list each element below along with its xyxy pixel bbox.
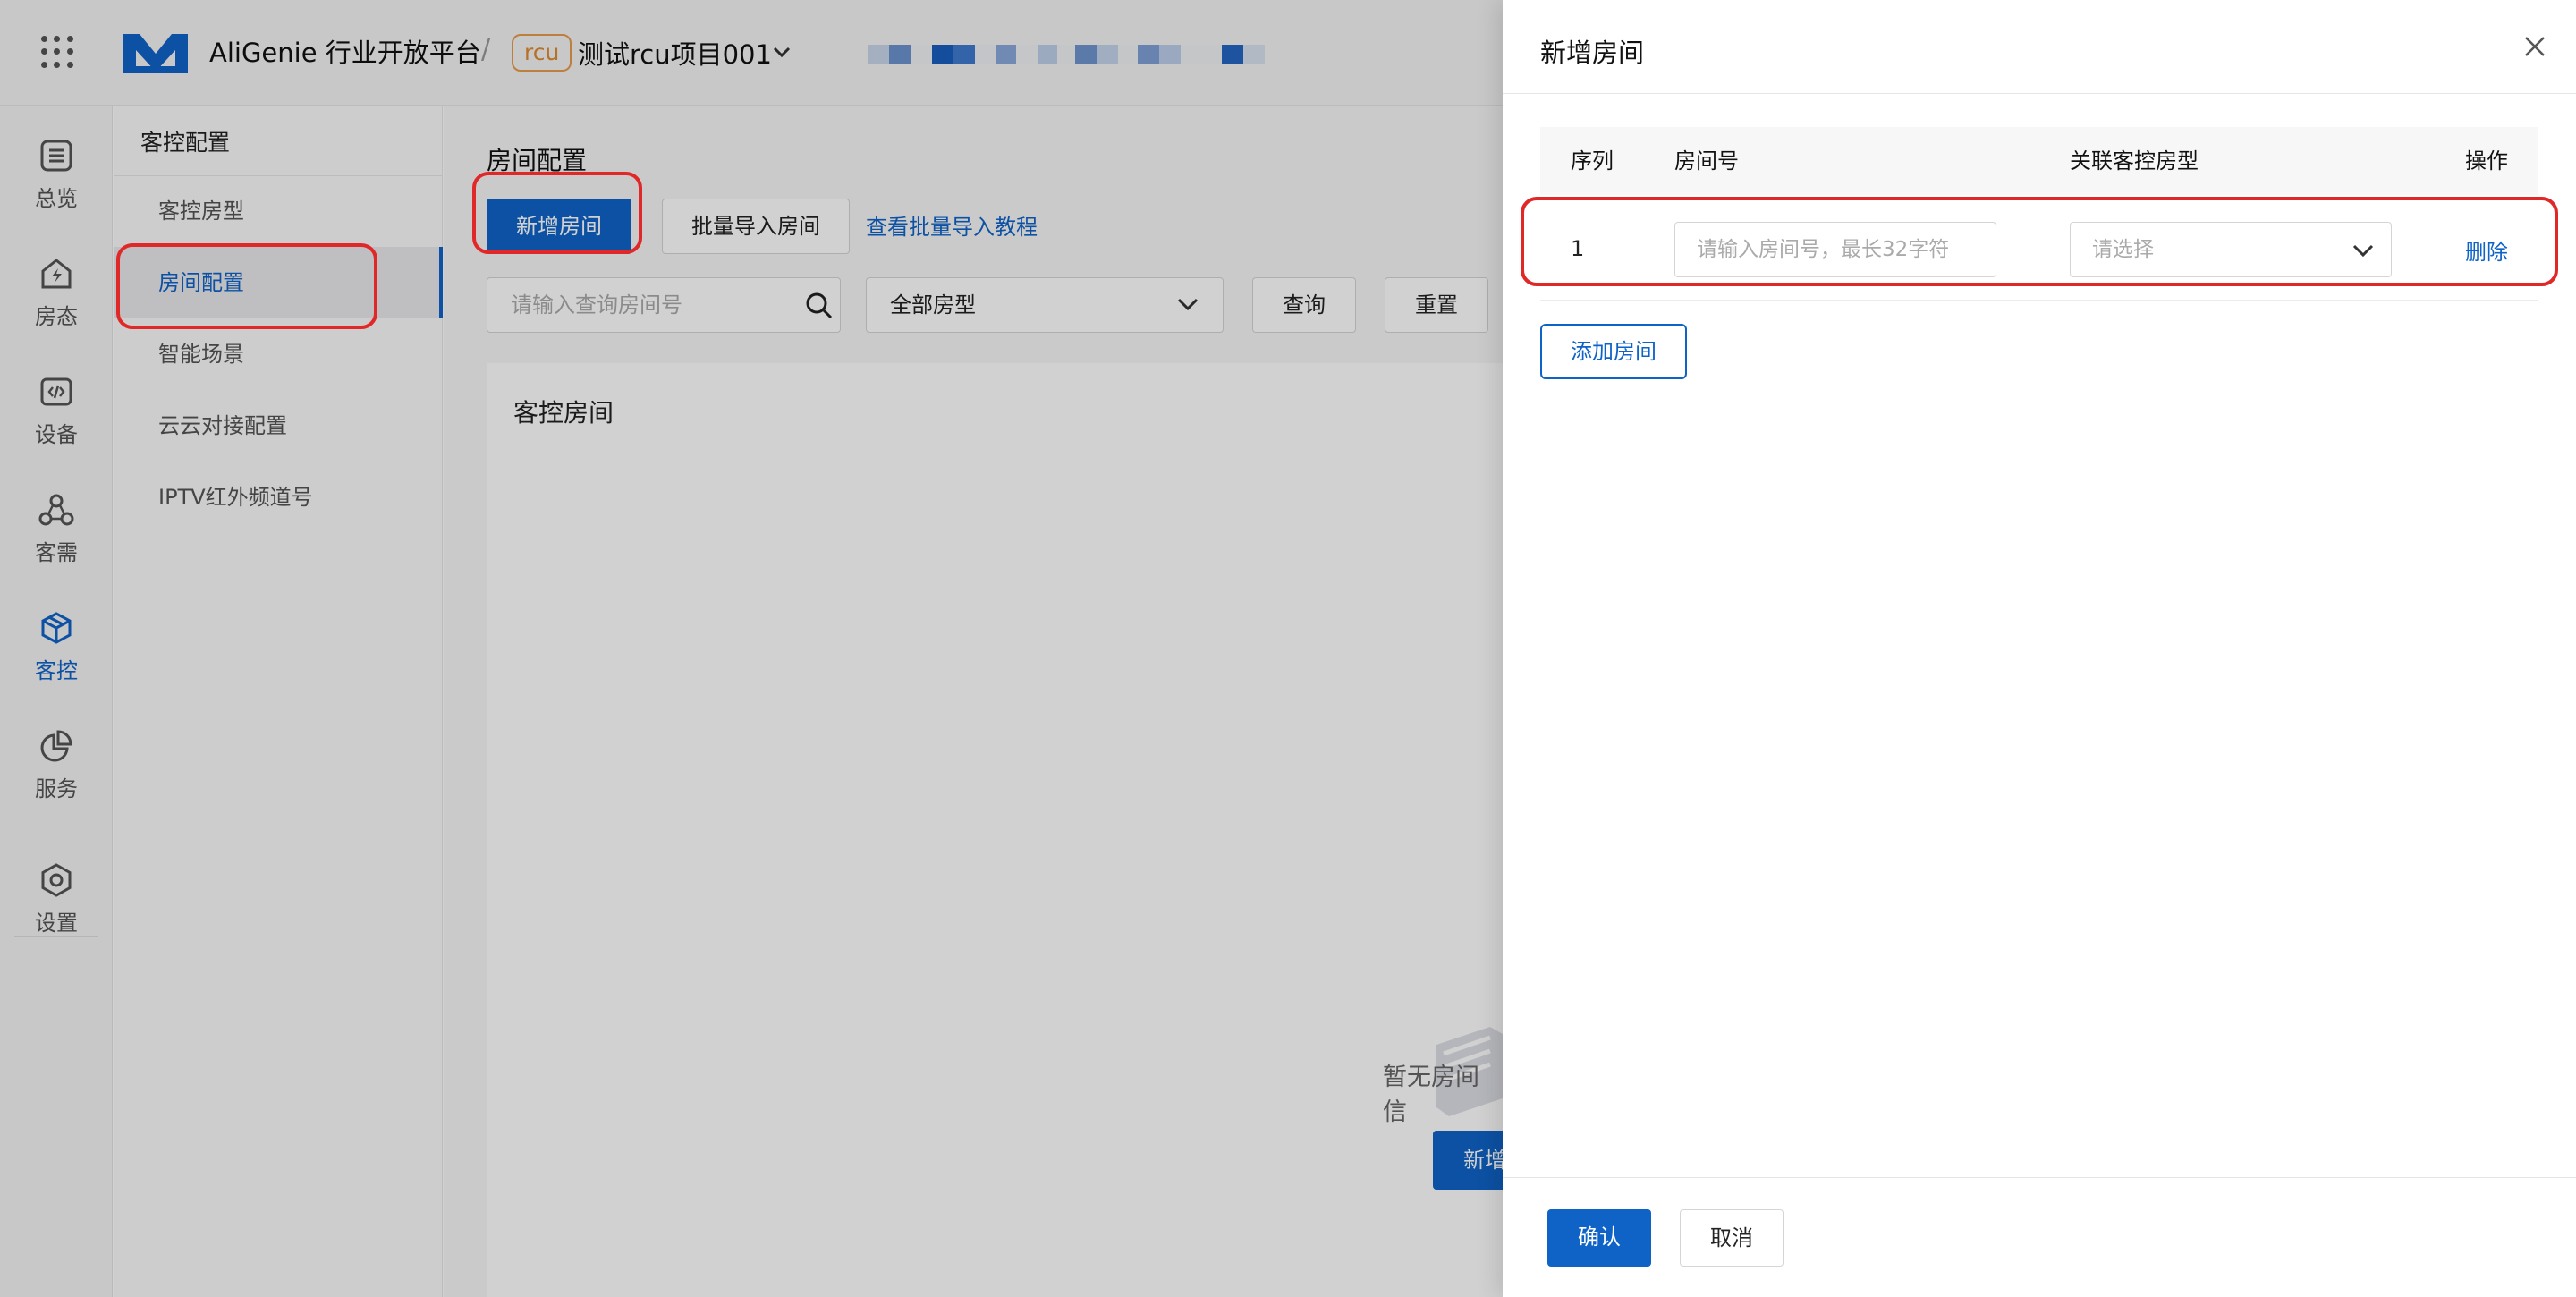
add-room-row-button[interactable]: 添加房间: [1540, 324, 1687, 379]
room-type-select[interactable]: 请选择: [2070, 222, 2392, 277]
table-header: 序列 房间号 关联客控房型 操作: [1540, 127, 2538, 195]
drawer-title: 新增房间: [1540, 38, 1645, 68]
confirm-button[interactable]: 确认: [1547, 1209, 1651, 1267]
row-index: 1: [1571, 236, 1585, 261]
column-header-room-no: 房间号: [1674, 148, 1739, 174]
room-number-input[interactable]: 请输入房间号，最长32字符: [1674, 222, 1996, 277]
column-header-index: 序列: [1571, 148, 1614, 174]
drawer-mask[interactable]: [0, 0, 1503, 1297]
table-row: 1 请输入房间号，最长32字符 请选择 删除: [1540, 195, 2538, 301]
drawer-footer-divider: [1503, 1177, 2576, 1178]
cancel-button[interactable]: 取消: [1680, 1209, 1784, 1267]
column-header-room-type: 关联客控房型: [2070, 148, 2199, 174]
close-icon[interactable]: [2522, 34, 2547, 64]
column-header-action: 操作: [2465, 148, 2508, 174]
add-room-drawer: 新增房间 序列 房间号 关联客控房型 操作 1 请输入房间号，最长32字符 请选…: [1503, 0, 2576, 1297]
chevron-down-icon: [2351, 240, 2376, 267]
delete-row-link[interactable]: 删除: [2465, 234, 2508, 266]
drawer-header-divider: [1503, 93, 2576, 94]
